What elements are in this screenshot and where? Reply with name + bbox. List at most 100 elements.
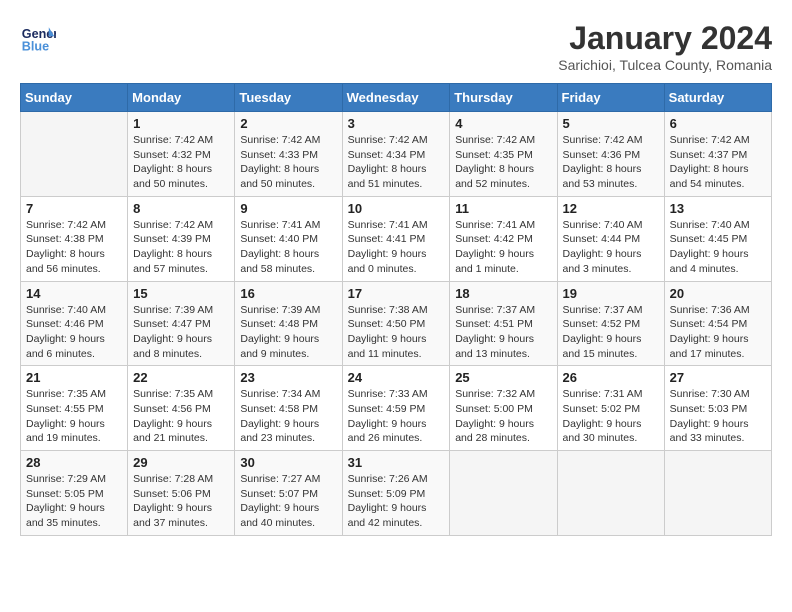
day-info: Sunrise: 7:42 AM Sunset: 4:33 PM Dayligh…	[240, 133, 336, 192]
day-info: Sunrise: 7:35 AM Sunset: 4:56 PM Dayligh…	[133, 387, 229, 446]
calendar-cell: 31 Sunrise: 7:26 AM Sunset: 5:09 PM Dayli…	[342, 451, 450, 536]
day-info: Sunrise: 7:26 AM Sunset: 5:09 PM Dayligh…	[348, 472, 445, 531]
day-number: 15	[133, 286, 229, 301]
day-info: Sunrise: 7:29 AM Sunset: 5:05 PM Dayligh…	[26, 472, 122, 531]
day-info: Sunrise: 7:42 AM Sunset: 4:36 PM Dayligh…	[563, 133, 659, 192]
day-number: 21	[26, 370, 122, 385]
calendar-cell: 18 Sunrise: 7:37 AM Sunset: 4:51 PM Dayli…	[450, 281, 557, 366]
calendar-cell: 5Sunrise: 7:42 AM Sunset: 4:36 PM Daylig…	[557, 112, 664, 197]
day-number: 31	[348, 455, 445, 470]
day-number: 23	[240, 370, 336, 385]
day-number: 1	[133, 116, 229, 131]
calendar-week-4: 21 Sunrise: 7:35 AM Sunset: 4:55 PM Dayli…	[21, 366, 772, 451]
day-info: Sunrise: 7:30 AM Sunset: 5:03 PM Dayligh…	[670, 387, 766, 446]
day-info: Sunrise: 7:33 AM Sunset: 4:59 PM Dayligh…	[348, 387, 445, 446]
day-info: Sunrise: 7:41 AM Sunset: 4:40 PM Dayligh…	[240, 218, 336, 277]
calendar-cell: 28Sunrise: 7:29 AM Sunset: 5:05 PM Dayli…	[21, 451, 128, 536]
day-number: 20	[670, 286, 766, 301]
calendar-cell: 23 Sunrise: 7:34 AM Sunset: 4:58 PM Dayli…	[235, 366, 342, 451]
day-number: 10	[348, 201, 445, 216]
day-number: 11	[455, 201, 551, 216]
calendar-cell: 8Sunrise: 7:42 AM Sunset: 4:39 PM Daylig…	[128, 196, 235, 281]
day-info: Sunrise: 7:37 AM Sunset: 4:52 PM Dayligh…	[563, 303, 659, 362]
day-number: 9	[240, 201, 336, 216]
calendar-cell: 27Sunrise: 7:30 AM Sunset: 5:03 PM Dayli…	[664, 366, 771, 451]
day-info: Sunrise: 7:28 AM Sunset: 5:06 PM Dayligh…	[133, 472, 229, 531]
calendar-week-1: 1 Sunrise: 7:42 AM Sunset: 4:32 PM Daylig…	[21, 112, 772, 197]
calendar-week-3: 14Sunrise: 7:40 AM Sunset: 4:46 PM Dayli…	[21, 281, 772, 366]
day-number: 29	[133, 455, 229, 470]
calendar-cell: 3Sunrise: 7:42 AM Sunset: 4:34 PM Daylig…	[342, 112, 450, 197]
day-info: Sunrise: 7:42 AM Sunset: 4:35 PM Dayligh…	[455, 133, 551, 192]
calendar-cell: 30 Sunrise: 7:27 AM Sunset: 5:07 PM Dayli…	[235, 451, 342, 536]
day-number: 12	[563, 201, 659, 216]
calendar-cell: 17 Sunrise: 7:38 AM Sunset: 4:50 PM Dayli…	[342, 281, 450, 366]
calendar-cell: 26Sunrise: 7:31 AM Sunset: 5:02 PM Dayli…	[557, 366, 664, 451]
day-number: 30	[240, 455, 336, 470]
day-info: Sunrise: 7:37 AM Sunset: 4:51 PM Dayligh…	[455, 303, 551, 362]
weekday-header-thursday: Thursday	[450, 84, 557, 112]
calendar-cell: 7 Sunrise: 7:42 AM Sunset: 4:38 PM Daylig…	[21, 196, 128, 281]
logo-icon: General Blue	[20, 20, 56, 56]
day-number: 19	[563, 286, 659, 301]
day-info: Sunrise: 7:38 AM Sunset: 4:50 PM Dayligh…	[348, 303, 445, 362]
calendar-week-5: 28Sunrise: 7:29 AM Sunset: 5:05 PM Dayli…	[21, 451, 772, 536]
day-info: Sunrise: 7:35 AM Sunset: 4:55 PM Dayligh…	[26, 387, 122, 446]
calendar-cell: 11 Sunrise: 7:41 AM Sunset: 4:42 PM Dayli…	[450, 196, 557, 281]
calendar-week-2: 7 Sunrise: 7:42 AM Sunset: 4:38 PM Daylig…	[21, 196, 772, 281]
weekday-header-wednesday: Wednesday	[342, 84, 450, 112]
weekday-header-sunday: Sunday	[21, 84, 128, 112]
logo: General Blue	[20, 20, 56, 56]
day-number: 17	[348, 286, 445, 301]
day-number: 18	[455, 286, 551, 301]
calendar-cell: 20 Sunrise: 7:36 AM Sunset: 4:54 PM Dayli…	[664, 281, 771, 366]
day-number: 24	[348, 370, 445, 385]
calendar-cell: 2 Sunrise: 7:42 AM Sunset: 4:33 PM Daylig…	[235, 112, 342, 197]
day-info: Sunrise: 7:42 AM Sunset: 4:34 PM Dayligh…	[348, 133, 445, 192]
day-info: Sunrise: 7:42 AM Sunset: 4:38 PM Dayligh…	[26, 218, 122, 277]
day-number: 25	[455, 370, 551, 385]
day-number: 14	[26, 286, 122, 301]
day-info: Sunrise: 7:40 AM Sunset: 4:45 PM Dayligh…	[670, 218, 766, 277]
day-number: 6	[670, 116, 766, 131]
day-number: 16	[240, 286, 336, 301]
day-info: Sunrise: 7:41 AM Sunset: 4:41 PM Dayligh…	[348, 218, 445, 277]
day-info: Sunrise: 7:34 AM Sunset: 4:58 PM Dayligh…	[240, 387, 336, 446]
weekday-header-monday: Monday	[128, 84, 235, 112]
weekday-header-tuesday: Tuesday	[235, 84, 342, 112]
weekday-header-friday: Friday	[557, 84, 664, 112]
calendar-cell: 22 Sunrise: 7:35 AM Sunset: 4:56 PM Dayli…	[128, 366, 235, 451]
day-number: 2	[240, 116, 336, 131]
day-number: 4	[455, 116, 551, 131]
calendar-title: January 2024	[558, 20, 772, 57]
calendar-cell: 29 Sunrise: 7:28 AM Sunset: 5:06 PM Dayli…	[128, 451, 235, 536]
calendar-cell: 6Sunrise: 7:42 AM Sunset: 4:37 PM Daylig…	[664, 112, 771, 197]
day-info: Sunrise: 7:27 AM Sunset: 5:07 PM Dayligh…	[240, 472, 336, 531]
day-number: 8	[133, 201, 229, 216]
day-number: 22	[133, 370, 229, 385]
calendar-cell: 14Sunrise: 7:40 AM Sunset: 4:46 PM Dayli…	[21, 281, 128, 366]
calendar-cell: 12 Sunrise: 7:40 AM Sunset: 4:44 PM Dayli…	[557, 196, 664, 281]
calendar-cell: 19 Sunrise: 7:37 AM Sunset: 4:52 PM Dayli…	[557, 281, 664, 366]
day-info: Sunrise: 7:36 AM Sunset: 4:54 PM Dayligh…	[670, 303, 766, 362]
day-info: Sunrise: 7:42 AM Sunset: 4:32 PM Dayligh…	[133, 133, 229, 192]
weekday-header-row: SundayMondayTuesdayWednesdayThursdayFrid…	[21, 84, 772, 112]
calendar-cell	[21, 112, 128, 197]
calendar-cell: 15 Sunrise: 7:39 AM Sunset: 4:47 PM Dayli…	[128, 281, 235, 366]
calendar-cell: 24 Sunrise: 7:33 AM Sunset: 4:59 PM Dayli…	[342, 366, 450, 451]
calendar-cell: 9 Sunrise: 7:41 AM Sunset: 4:40 PM Daylig…	[235, 196, 342, 281]
day-info: Sunrise: 7:39 AM Sunset: 4:47 PM Dayligh…	[133, 303, 229, 362]
calendar-table: SundayMondayTuesdayWednesdayThursdayFrid…	[20, 83, 772, 536]
calendar-subtitle: Sarichioi, Tulcea County, Romania	[558, 57, 772, 73]
day-info: Sunrise: 7:41 AM Sunset: 4:42 PM Dayligh…	[455, 218, 551, 277]
calendar-cell: 25 Sunrise: 7:32 AM Sunset: 5:00 PM Dayli…	[450, 366, 557, 451]
svg-text:Blue: Blue	[22, 40, 49, 54]
day-number: 13	[670, 201, 766, 216]
day-info: Sunrise: 7:40 AM Sunset: 4:44 PM Dayligh…	[563, 218, 659, 277]
day-info: Sunrise: 7:39 AM Sunset: 4:48 PM Dayligh…	[240, 303, 336, 362]
day-number: 7	[26, 201, 122, 216]
title-block: January 2024 Sarichioi, Tulcea County, R…	[558, 20, 772, 73]
day-info: Sunrise: 7:32 AM Sunset: 5:00 PM Dayligh…	[455, 387, 551, 446]
calendar-cell	[450, 451, 557, 536]
calendar-cell	[664, 451, 771, 536]
